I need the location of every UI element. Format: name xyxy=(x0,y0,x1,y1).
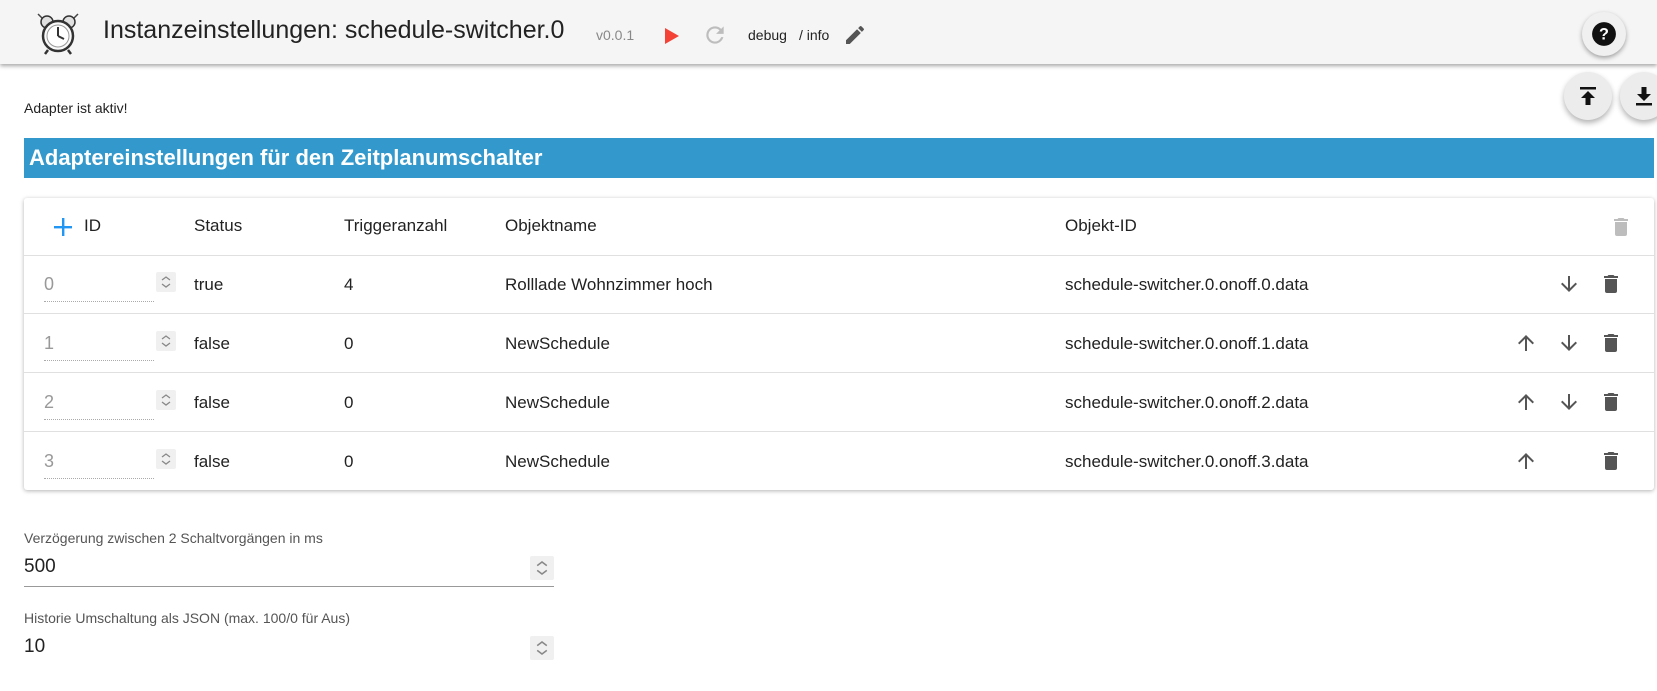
history-label: Historie Umschaltung als JSON (max. 100/… xyxy=(24,610,351,626)
version-label: v0.0.1 xyxy=(596,27,635,43)
app-header: Instanzeinstellungen: schedule-switcher.… xyxy=(0,0,1657,64)
object-name-cell: NewSchedule xyxy=(505,334,610,353)
reload-icon[interactable] xyxy=(702,22,728,48)
history-value: 10 xyxy=(24,636,46,657)
upload-settings-button[interactable] xyxy=(1564,72,1612,120)
status-cell: false xyxy=(194,452,230,471)
section-header: Adaptereinstellungen für den Zeitplanums… xyxy=(24,138,1654,178)
play-icon[interactable] xyxy=(662,24,682,48)
delete-icon[interactable] xyxy=(1599,272,1623,296)
download-settings-button[interactable] xyxy=(1620,72,1657,120)
status-cell: false xyxy=(194,334,230,353)
delete-icon[interactable] xyxy=(1599,331,1623,355)
object-name-cell: NewSchedule xyxy=(505,452,610,471)
alarm-clock-logo xyxy=(37,13,79,55)
column-header-triggers: Triggeranzahl xyxy=(344,216,448,235)
column-header-id: ID xyxy=(84,216,101,235)
triggers-cell: 0 xyxy=(344,452,354,471)
arrow-down-icon[interactable] xyxy=(1557,331,1581,355)
column-header-status: Status xyxy=(194,216,243,235)
column-header-object-id: Objekt-ID xyxy=(1065,216,1137,235)
arrow-down-icon[interactable] xyxy=(1557,272,1581,296)
add-row-icon[interactable] xyxy=(52,216,74,238)
id-input[interactable]: 2 xyxy=(44,385,176,420)
number-spinner-icon[interactable] xyxy=(156,331,176,351)
object-id-cell: schedule-switcher.0.onoff.0.data xyxy=(1065,275,1309,294)
delay-value: 500 xyxy=(24,556,56,577)
delay-input[interactable]: 500 xyxy=(24,552,554,587)
object-id-cell: schedule-switcher.0.onoff.1.data xyxy=(1065,334,1309,353)
table-header: ID Status Triggeranzahl Objektname Objek… xyxy=(24,198,1654,256)
arrow-up-icon[interactable] xyxy=(1514,331,1538,355)
number-spinner-icon[interactable] xyxy=(530,636,554,660)
column-header-object-name: Objektname xyxy=(505,216,597,235)
status-cell: true xyxy=(194,275,224,294)
id-input[interactable]: 0 xyxy=(44,267,176,302)
id-input[interactable]: 3 xyxy=(44,444,176,479)
history-input[interactable]: 10 xyxy=(24,632,554,666)
arrow-up-icon[interactable] xyxy=(1514,390,1538,414)
object-name-cell: Rolllade Wohnzimmer hoch xyxy=(505,275,713,294)
schedule-table: ID Status Triggeranzahl Objektname Objek… xyxy=(24,198,1654,490)
id-value: 2 xyxy=(44,392,55,412)
object-id-cell: schedule-switcher.0.onoff.2.data xyxy=(1065,393,1309,412)
table-row: 1 false 0 NewSchedule schedule-switcher.… xyxy=(24,314,1654,373)
help-button[interactable]: ? xyxy=(1582,12,1626,56)
id-value: 3 xyxy=(44,451,55,471)
delete-icon[interactable] xyxy=(1599,390,1623,414)
arrow-down-icon[interactable] xyxy=(1557,390,1581,414)
download-icon xyxy=(1636,87,1652,106)
number-spinner-icon[interactable] xyxy=(156,272,176,292)
svg-text:?: ? xyxy=(1599,25,1609,43)
delay-label: Verzögerung zwischen 2 Schaltvorgängen i… xyxy=(24,530,323,546)
triggers-cell: 4 xyxy=(344,275,354,294)
log-level-config: / info xyxy=(798,27,830,43)
log-level-current: debug xyxy=(748,27,787,43)
table-row: 0 true 4 Rolllade Wohnzimmer hoch schedu… xyxy=(24,255,1654,314)
page-title: Instanzeinstellungen: schedule-switcher.… xyxy=(103,16,565,44)
delete-icon[interactable] xyxy=(1599,449,1623,473)
table-row: 2 false 0 NewSchedule schedule-switcher.… xyxy=(24,373,1654,432)
number-spinner-icon[interactable] xyxy=(530,556,554,580)
number-spinner-icon[interactable] xyxy=(156,390,176,410)
status-cell: false xyxy=(194,393,230,412)
number-spinner-icon[interactable] xyxy=(156,449,176,469)
id-value: 0 xyxy=(44,274,55,294)
triggers-cell: 0 xyxy=(344,334,354,353)
adapter-status-text: Adapter ist aktiv! xyxy=(24,100,128,116)
upload-icon xyxy=(1580,87,1596,105)
log-level[interactable]: debug / info xyxy=(748,27,829,43)
help-icon: ? xyxy=(1592,22,1616,46)
table-row: 3 false 0 NewSchedule schedule-switcher.… xyxy=(24,432,1654,490)
pencil-icon[interactable] xyxy=(843,23,867,47)
id-input[interactable]: 1 xyxy=(44,326,176,361)
id-value: 1 xyxy=(44,333,55,353)
arrow-up-icon[interactable] xyxy=(1514,449,1538,473)
triggers-cell: 0 xyxy=(344,393,354,412)
delete-all-icon[interactable] xyxy=(1609,214,1633,240)
object-id-cell: schedule-switcher.0.onoff.3.data xyxy=(1065,452,1309,471)
object-name-cell: NewSchedule xyxy=(505,393,610,412)
